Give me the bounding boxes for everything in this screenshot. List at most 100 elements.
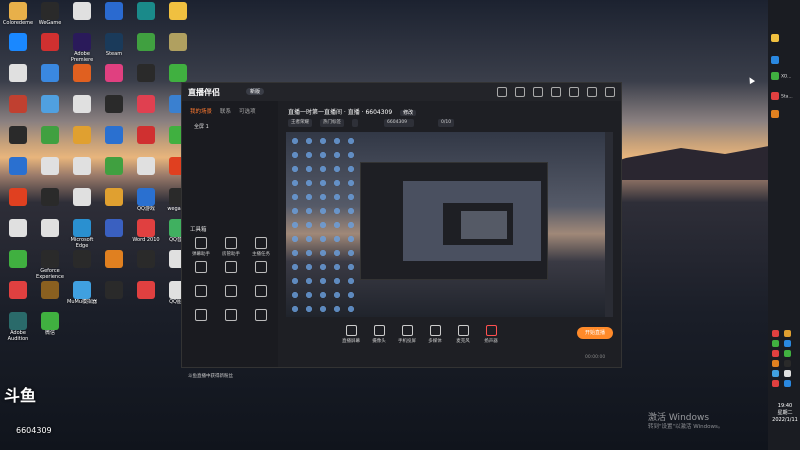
desktop-icon[interactable] <box>34 219 66 249</box>
edit-title-button[interactable]: 修改 <box>400 110 417 116</box>
desktop-icon[interactable] <box>66 157 98 187</box>
desktop-icon[interactable]: Microsoft Edge <box>66 219 98 249</box>
tray-icon[interactable] <box>784 340 791 347</box>
desktop-icon[interactable] <box>34 157 66 187</box>
control-media[interactable]: 多媒体 <box>422 325 448 344</box>
tray-icon[interactable] <box>772 340 779 347</box>
desktop-icon[interactable] <box>2 33 34 63</box>
streaming-app-window[interactable]: 直播伴侣 新版 我的场景 联系 可选项 全屏 1 工具箱 弹幕助手 房管助手 主播任… <box>181 82 622 379</box>
tab-my-scenes[interactable]: 我的场景 <box>190 107 212 115</box>
control-speaker[interactable]: 扬声器 <box>478 325 504 344</box>
taskbar-app[interactable] <box>771 56 797 72</box>
stream-preview[interactable] <box>286 132 613 317</box>
desktop-icon[interactable] <box>2 250 34 280</box>
mail-icon[interactable] <box>515 87 525 97</box>
desktop-icon[interactable] <box>130 250 162 280</box>
taskbar-app[interactable]: Sta... <box>771 92 797 108</box>
tray-icon[interactable] <box>772 330 779 337</box>
tool-item[interactable] <box>216 285 246 299</box>
desktop-icon[interactable] <box>162 33 194 63</box>
desktop-icon[interactable]: Adobe Audition <box>2 312 34 342</box>
system-clock[interactable]: 19:40 星期二 2022/1/11 <box>770 403 800 424</box>
control-microphone[interactable]: 麦克风 <box>450 325 476 344</box>
desktop-icon[interactable] <box>98 219 130 249</box>
desktop-icon[interactable]: WeGame <box>34 2 66 32</box>
desktop-icon[interactable] <box>98 95 130 125</box>
desktop-icon[interactable] <box>34 95 66 125</box>
desktop-icon[interactable]: Geforce Experience <box>34 250 66 280</box>
desktop-icon[interactable] <box>66 250 98 280</box>
desktop-icon[interactable] <box>130 157 162 187</box>
stream-tag[interactable]: 6604309 <box>384 119 411 127</box>
desktop-icon[interactable] <box>98 250 130 280</box>
version-badge[interactable]: 新版 <box>246 88 265 95</box>
desktop-icon[interactable] <box>2 219 34 249</box>
tool-item[interactable]: 房管助手 <box>216 237 246 257</box>
maximize-icon[interactable] <box>587 87 597 97</box>
start-stream-button[interactable]: 开始直播 <box>577 327 613 339</box>
tool-item[interactable]: 弹幕助手 <box>186 237 216 257</box>
desktop-icon[interactable]: Word 2010 <box>130 219 162 249</box>
desktop-icon[interactable] <box>2 157 34 187</box>
tray-icon[interactable] <box>784 380 791 387</box>
control-camera[interactable]: 摄像头 <box>366 325 392 344</box>
control-screen-share[interactable]: 直播屏幕 <box>338 325 364 344</box>
desktop-icon[interactable] <box>130 281 162 311</box>
desktop-icon[interactable] <box>130 126 162 156</box>
desktop-icon[interactable] <box>130 95 162 125</box>
tray-icon[interactable] <box>784 350 791 357</box>
tool-item[interactable] <box>186 261 216 275</box>
stream-tag[interactable]: 0/10 <box>438 119 455 127</box>
desktop-icon[interactable]: MuMu模拟器 <box>66 281 98 311</box>
desktop-icon[interactable] <box>34 188 66 218</box>
desktop-icon[interactable] <box>98 157 130 187</box>
desktop-icon[interactable] <box>66 95 98 125</box>
tool-item[interactable] <box>246 309 276 323</box>
tray-icon[interactable] <box>772 370 779 377</box>
desktop-icon[interactable] <box>98 281 130 311</box>
desktop-icon[interactable]: Steam <box>98 33 130 63</box>
stream-tag[interactable]: 王者荣耀 <box>288 119 312 127</box>
desktop-icon[interactable] <box>2 64 34 94</box>
avatar-icon[interactable] <box>497 87 507 97</box>
scene-item[interactable]: 全屏 1 <box>194 123 209 130</box>
taskbar-app[interactable]: XO... <box>771 72 797 88</box>
tool-item[interactable] <box>216 309 246 323</box>
desktop-icon[interactable] <box>34 64 66 94</box>
tray-icon[interactable] <box>772 380 779 387</box>
tool-item[interactable]: 主播任务 <box>246 237 276 257</box>
tray-icon[interactable] <box>784 330 791 337</box>
control-phone-cast[interactable]: 手机投屏 <box>394 325 420 344</box>
tray-icon[interactable] <box>772 360 779 367</box>
desktop-icon[interactable] <box>66 188 98 218</box>
desktop-icon[interactable]: Coloredeme <box>2 2 34 32</box>
menu-icon[interactable] <box>551 87 561 97</box>
close-icon[interactable] <box>605 87 615 97</box>
tool-item[interactable] <box>186 309 216 323</box>
tab-options[interactable]: 可选项 <box>239 107 256 115</box>
desktop-icon[interactable] <box>66 2 98 32</box>
desktop-icon[interactable] <box>98 126 130 156</box>
desktop-icon[interactable] <box>2 188 34 218</box>
tray-icon[interactable] <box>784 360 791 367</box>
desktop-icon[interactable] <box>2 281 34 311</box>
desktop-icon[interactable] <box>34 126 66 156</box>
stream-tag[interactable]: 热门标签 <box>320 119 344 127</box>
desktop-icon[interactable] <box>34 281 66 311</box>
stream-tag[interactable] <box>408 119 414 127</box>
desktop-icon[interactable]: QQ游戏 <box>130 188 162 218</box>
stream-tag[interactable] <box>352 119 358 127</box>
desktop-icon[interactable]: 微信 <box>34 312 66 342</box>
desktop-icon[interactable] <box>66 64 98 94</box>
desktop-icon[interactable] <box>98 64 130 94</box>
desktop-icon[interactable] <box>66 126 98 156</box>
desktop-icon[interactable] <box>34 33 66 63</box>
minimize-icon[interactable] <box>569 87 579 97</box>
desktop-icon[interactable]: Adobe Premiere <box>66 33 98 63</box>
desktop-icon[interactable] <box>130 2 162 32</box>
tab-contact[interactable]: 联系 <box>220 107 231 115</box>
taskbar-app[interactable] <box>771 34 797 50</box>
desktop-icon[interactable] <box>2 126 34 156</box>
desktop-icon[interactable] <box>130 33 162 63</box>
desktop-icon[interactable] <box>130 64 162 94</box>
